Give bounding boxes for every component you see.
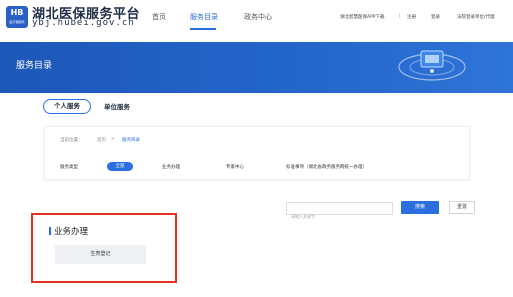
breadcrumb-separator: >: [111, 137, 115, 142]
nav-item-government-center[interactable]: 政务中心: [244, 12, 272, 22]
breadcrumb-home[interactable]: 首页: [97, 137, 106, 143]
logo-icon[interactable]: HB 医疗保障局: [6, 6, 28, 28]
nav-active-indicator: [190, 28, 216, 30]
logo-badge-text: HB: [10, 8, 24, 17]
banner-illustration-icon: [398, 50, 466, 81]
section-title: 业务办理: [54, 227, 89, 237]
search-field[interactable]: [286, 202, 393, 222]
util-separator: |: [399, 14, 401, 19]
service-item-birth-registration[interactable]: 生育登记: [55, 245, 146, 264]
location-label: 当前位置：: [60, 138, 83, 143]
tab-personal-service[interactable]: 个人服务: [43, 99, 91, 114]
section-title-marker: [49, 227, 51, 235]
search-button[interactable]: 搜索: [401, 201, 439, 214]
filter-panel: [44, 126, 470, 180]
filter-option-expert-center[interactable]: 专家中心: [226, 164, 244, 170]
filter-option-standard-items[interactable]: 标准事项（湖北省政务服务网统一办理）: [286, 164, 367, 170]
filter-option-business[interactable]: 业务办理: [162, 164, 180, 170]
search-input[interactable]: [287, 211, 391, 222]
tab-unit-service[interactable]: 单位服务: [104, 101, 130, 111]
legal-login-link[interactable]: 法院登录单位/代理: [457, 14, 495, 20]
nav-item-home[interactable]: 首页: [152, 12, 166, 22]
filter-option-all[interactable]: 全部: [107, 162, 133, 171]
breadcrumb-current: 服务目录: [122, 138, 140, 143]
reset-button[interactable]: 重置: [449, 201, 475, 214]
site-url: ybj.hubei.gov.cn: [32, 18, 135, 28]
logo-badge-subtext: 医疗保障局: [9, 20, 25, 24]
nav-item-service-catalog[interactable]: 服务目录: [190, 12, 218, 22]
login-link[interactable]: 登录: [431, 14, 440, 20]
page-title: 服务目录: [16, 61, 53, 71]
app-download-link[interactable]: 湖北智慧医保APP下载: [340, 14, 385, 20]
service-type-label: 服务类型: [60, 165, 78, 170]
register-link[interactable]: 注册: [407, 14, 416, 20]
